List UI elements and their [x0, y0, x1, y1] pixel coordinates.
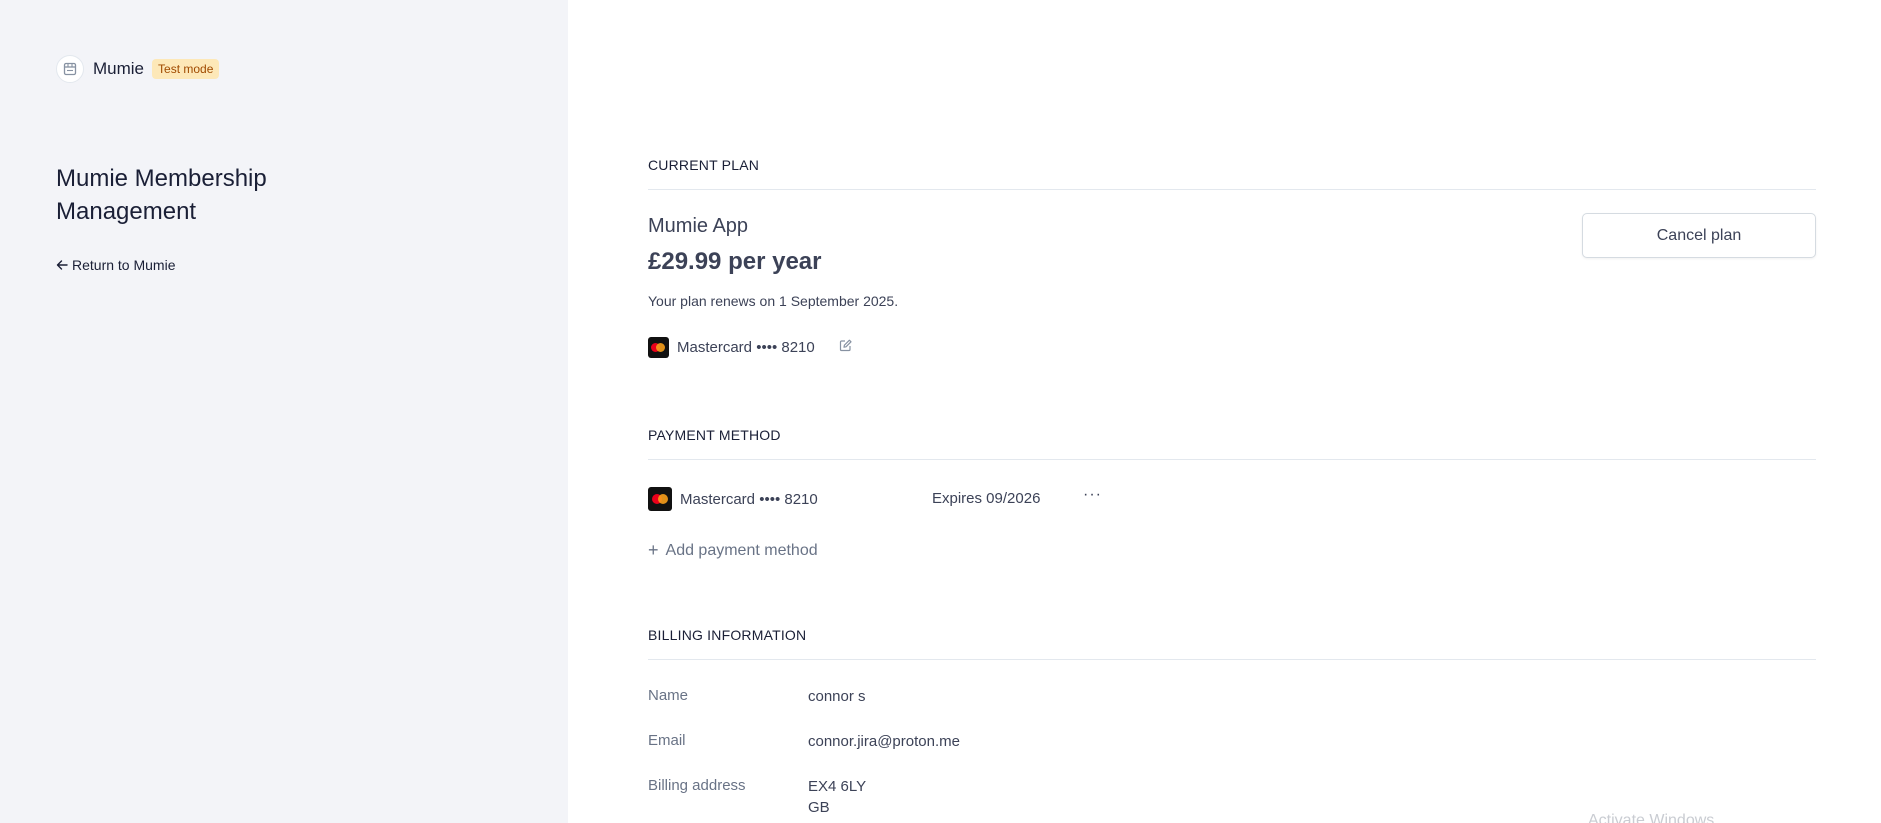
add-payment-method-label: Add payment method [665, 541, 818, 559]
return-link-label: Return to Mumie [72, 257, 176, 273]
plan-price: £29.99 per year [648, 248, 822, 275]
portal-page: Mumie Test mode Mumie Membership Managem… [0, 0, 1881, 823]
billing-address-line2: GB [808, 799, 830, 816]
divider [648, 459, 1816, 460]
billing-email-label: Email [648, 732, 686, 749]
page-title: Mumie Membership Management [56, 165, 267, 225]
cancel-plan-button[interactable]: Cancel plan [1582, 213, 1816, 258]
plan-card-label: Mastercard •••• 8210 [677, 339, 815, 356]
renewal-text: Your plan renews on 1 September 2025. [648, 293, 899, 309]
plus-icon: + [648, 540, 659, 560]
plan-name: Mumie App [648, 215, 749, 237]
add-payment-method-button[interactable]: + Add payment method [648, 540, 818, 561]
billing-name-value: connor s [808, 688, 866, 705]
brand-name: Mumie [93, 59, 145, 78]
payment-method-heading: PAYMENT METHOD [648, 427, 781, 443]
mastercard-icon [648, 487, 672, 511]
sidebar: Mumie Test mode Mumie Membership Managem… [0, 0, 568, 823]
divider [648, 189, 1816, 190]
current-plan-heading: CURRENT PLAN [648, 157, 760, 173]
arrow-left-icon [56, 260, 68, 270]
more-options-icon[interactable]: ··· [1083, 486, 1102, 504]
test-mode-badge: Test mode [152, 59, 220, 79]
store-icon [56, 55, 84, 83]
billing-info-heading: BILLING INFORMATION [648, 627, 807, 643]
mastercard-icon [648, 337, 669, 358]
card-expiry: Expires 09/2026 [932, 490, 1041, 507]
main-content: CURRENT PLAN Mumie App £29.99 per year Y… [568, 0, 1881, 823]
billing-email-value: connor.jira@proton.me [808, 733, 960, 750]
billing-name-label: Name [648, 687, 689, 704]
payment-method-row: Mastercard •••• 8210 [648, 487, 818, 511]
billing-address-line1: EX4 6LY [808, 778, 867, 795]
edit-icon[interactable] [839, 339, 852, 356]
billing-address-label: Billing address [648, 777, 746, 794]
activate-windows-watermark: Activate Windows [1588, 812, 1715, 823]
brand-header: Mumie Test mode [56, 55, 220, 83]
billing-address-value: EX4 6LY GB [808, 776, 866, 818]
return-link[interactable]: Return to Mumie [56, 257, 175, 273]
plan-card-row: Mastercard •••• 8210 [648, 337, 852, 358]
divider [648, 659, 1816, 660]
payment-card-label: Mastercard •••• 8210 [680, 490, 818, 508]
